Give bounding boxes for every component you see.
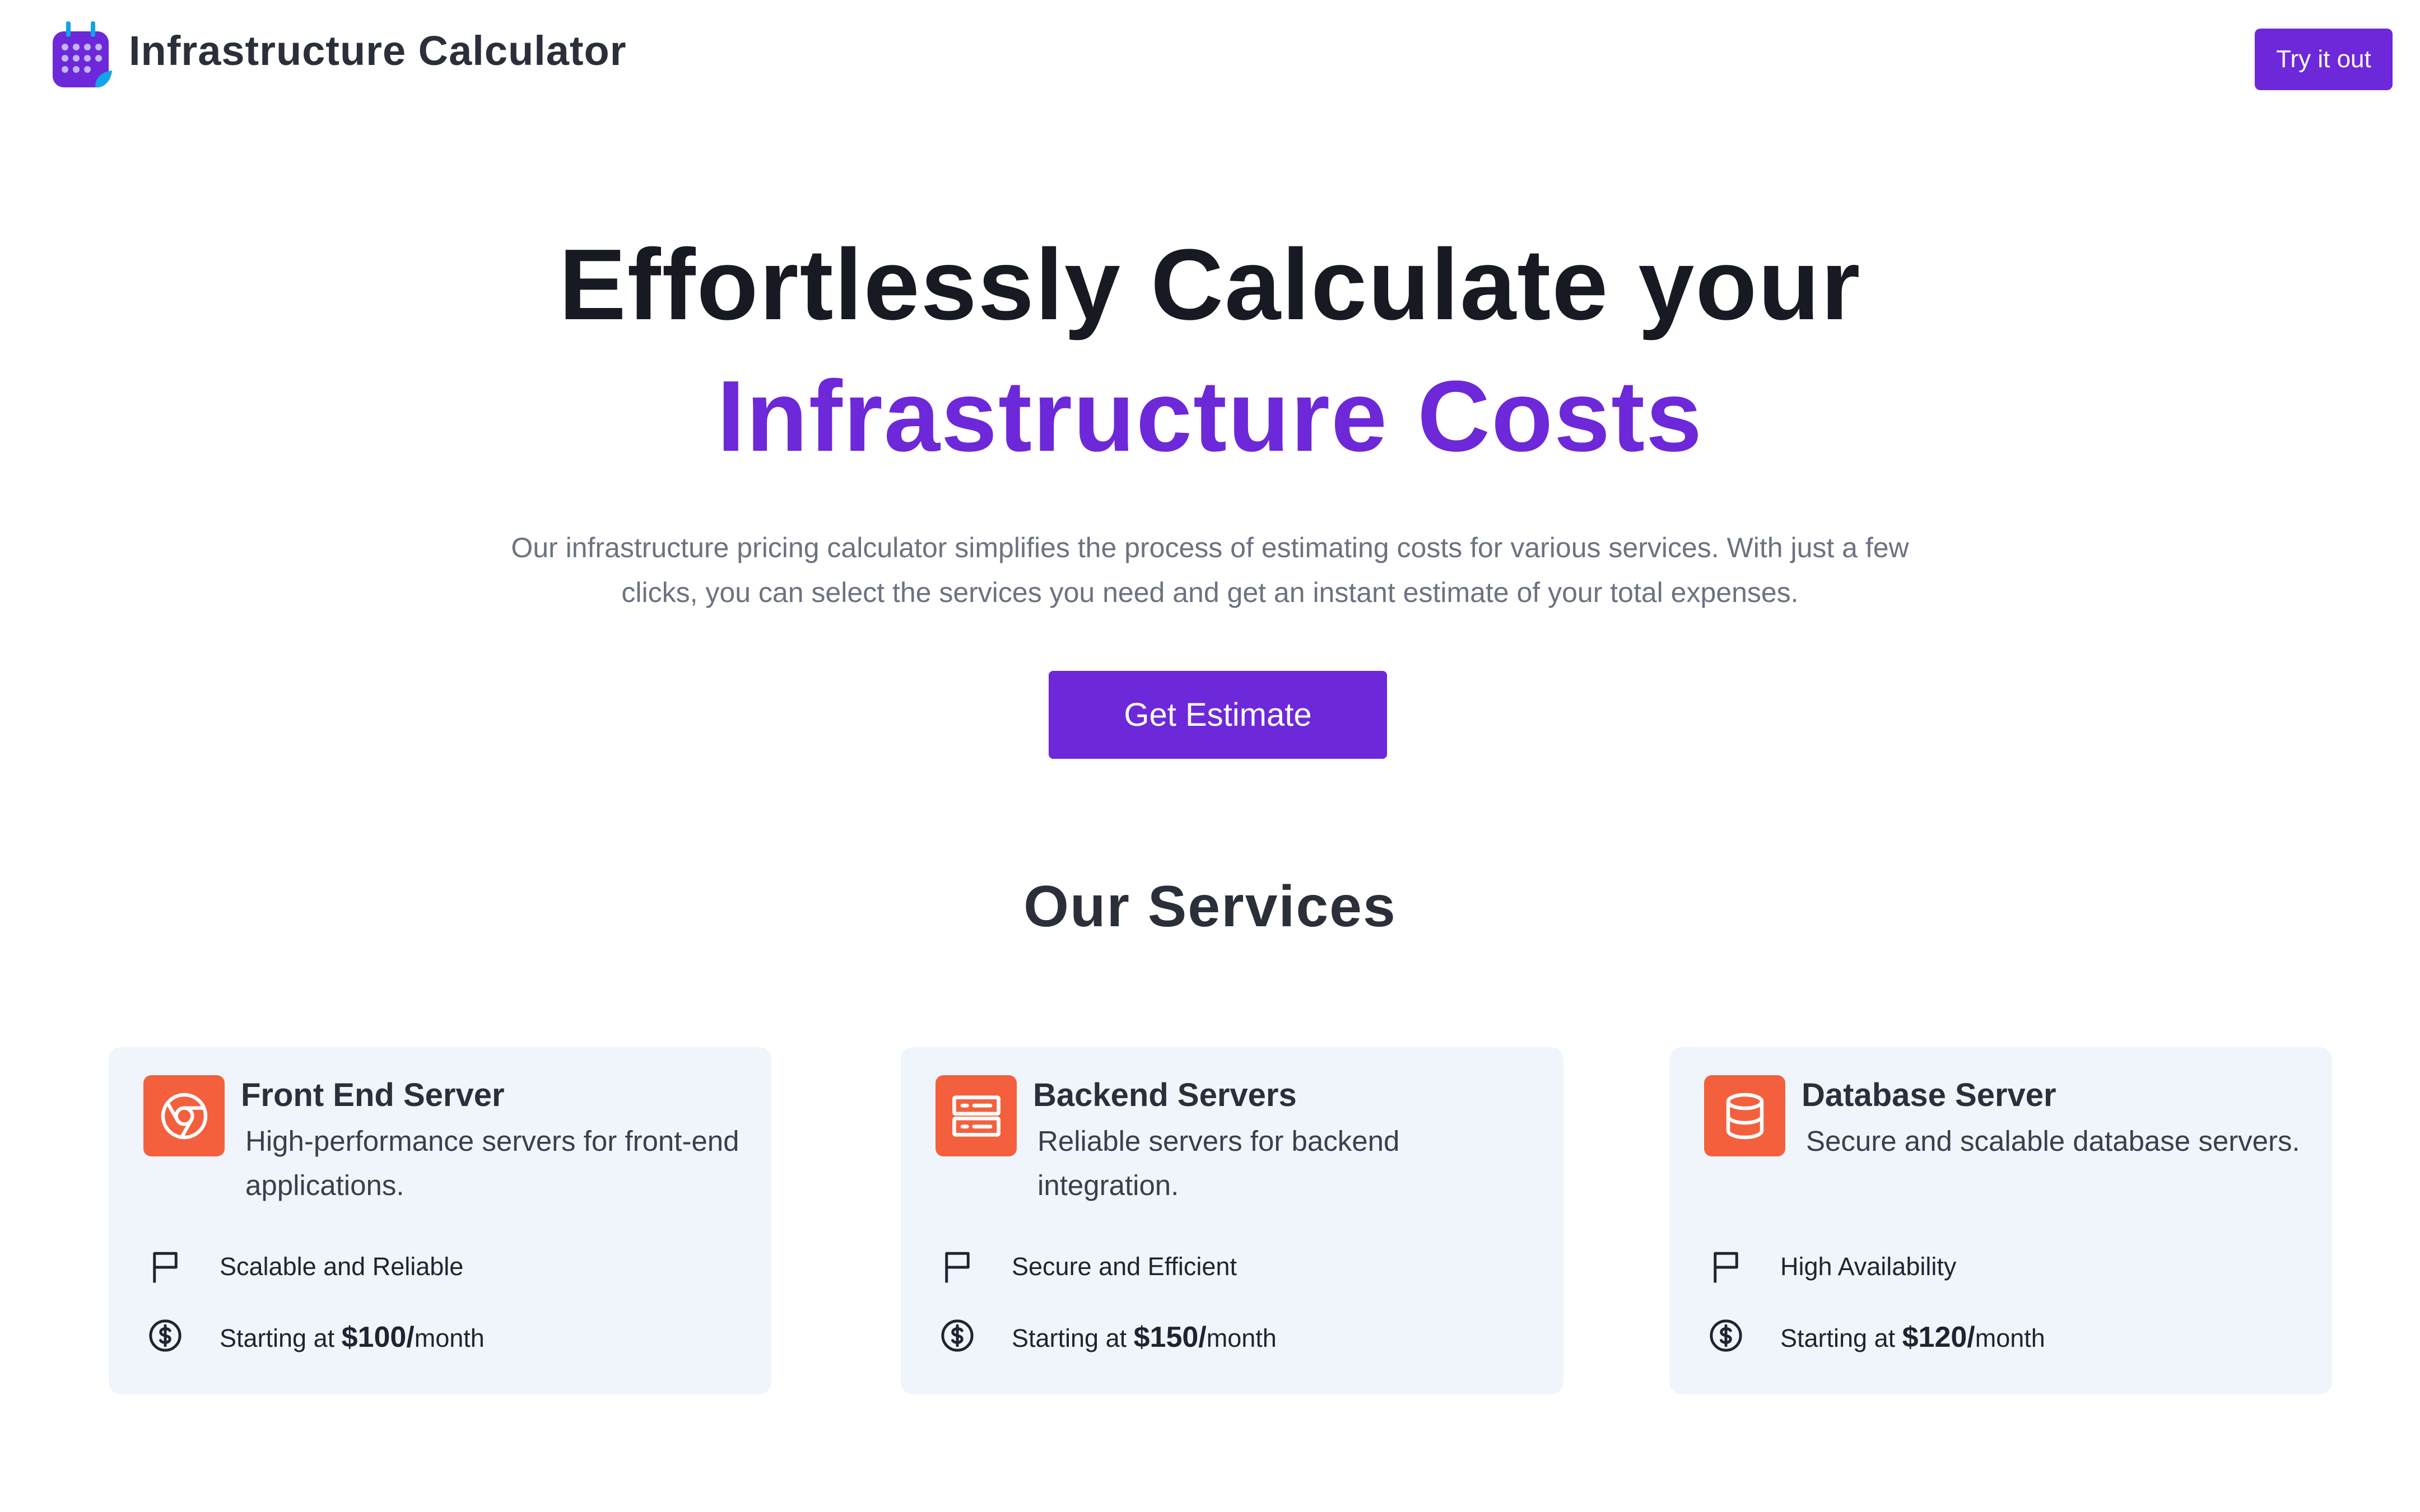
price-prefix: Starting at [1780, 1324, 1902, 1352]
services-title: Our Services [1023, 874, 1397, 939]
card-description: Secure and scalable database servers. [1806, 1125, 2300, 1157]
brand-name: Infrastructure Calculator [129, 27, 627, 74]
card-description: High-performance servers for front-end a… [245, 1125, 739, 1201]
price-suffix: month [1975, 1324, 2045, 1352]
dollar-circle-icon [941, 1319, 974, 1352]
flag-icon [153, 1252, 178, 1283]
feature-text: Scalable and Reliable [220, 1252, 464, 1281]
price-value: $150/ [1133, 1321, 1207, 1354]
price-text: Starting at $150/month [1012, 1320, 1277, 1354]
price-text: Starting at $120/month [1780, 1320, 2045, 1354]
feature-text: Secure and Efficient [1012, 1252, 1237, 1281]
feature-text: High Availability [1780, 1252, 1957, 1281]
try-it-out-button[interactable]: Try it out [2255, 29, 2393, 90]
header: Infrastructure Calculator Try it out [0, 0, 2420, 112]
service-card-database: Database Server Secure and scalable data… [1669, 1047, 2332, 1394]
card-description: Reliable servers for backend integration… [1037, 1125, 1400, 1201]
get-estimate-button[interactable]: Get Estimate [1049, 671, 1387, 759]
chrome-icon [143, 1075, 225, 1156]
price-value: $120/ [1902, 1321, 1975, 1354]
server-icon [936, 1075, 1017, 1156]
flag-icon [945, 1252, 970, 1283]
service-card-front-end: Front End Server High-performance server… [109, 1047, 771, 1394]
price-prefix: Starting at [1012, 1324, 1134, 1352]
hero-description: Our infrastructure pricing calculator si… [511, 532, 1909, 608]
price-suffix: month [414, 1324, 485, 1352]
flag-icon [1714, 1252, 1738, 1283]
service-card-backend: Backend Servers Reliable servers for bac… [901, 1047, 1563, 1394]
card-title: Backend Servers [1033, 1077, 1297, 1113]
price-value: $100/ [341, 1321, 415, 1354]
price-prefix: Starting at [220, 1324, 342, 1352]
card-title: Database Server [1802, 1077, 2056, 1113]
price-text: Starting at $100/month [220, 1320, 485, 1354]
calendar-logo-icon [53, 21, 112, 87]
card-title: Front End Server [241, 1077, 505, 1113]
dollar-circle-icon [1710, 1319, 1742, 1352]
database-icon [1704, 1075, 1785, 1156]
dollar-circle-icon [149, 1319, 182, 1352]
price-suffix: month [1206, 1324, 1277, 1352]
page: Infrastructure Calculator Try it out Eff… [0, 0, 2420, 1512]
hero-title-line2: Infrastructure Costs [716, 360, 1704, 473]
hero-title-line1: Effortlessly Calculate your [559, 228, 1861, 341]
